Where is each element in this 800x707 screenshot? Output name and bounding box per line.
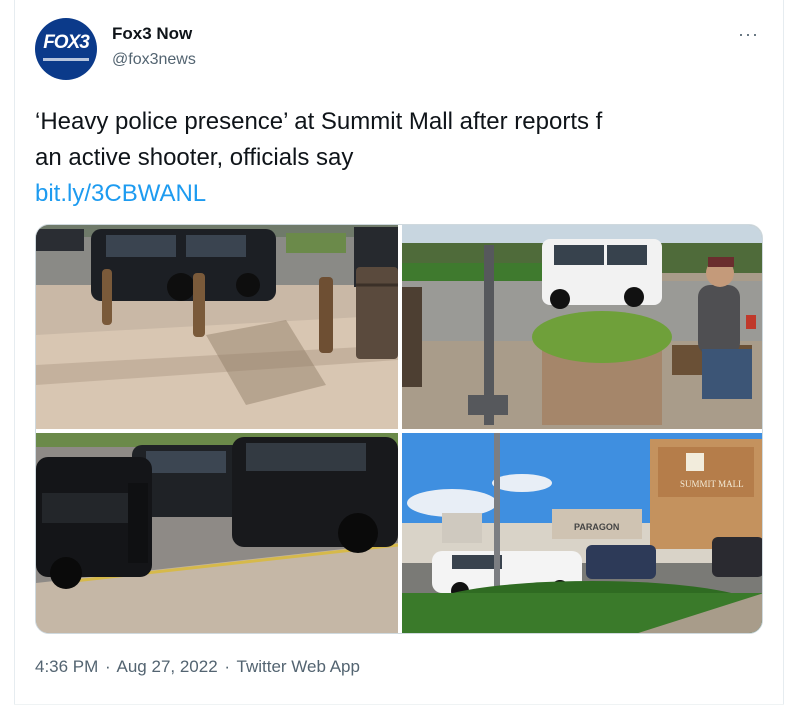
photo-police-suvs-parking-lot-icon <box>36 225 398 429</box>
tweet-date[interactable]: Aug 27, 2022 <box>117 657 218 676</box>
media-grid: PARAGON SUMMIT MALL <box>35 224 763 634</box>
photo-tile-2[interactable] <box>402 225 762 429</box>
photo-tile-1[interactable] <box>36 225 398 429</box>
meta-separator: · <box>224 657 231 676</box>
tweet-metadata: 4:36 PM · Aug 27, 2022 · Twitter Web App <box>35 657 362 677</box>
tweet-text-line-2: an active shooter, officials say <box>35 144 354 171</box>
tweet-text-line-1: ‘Heavy police presence’ at Summit Mall a… <box>35 108 603 135</box>
photo-summit-mall-exterior-icon: PARAGON SUMMIT MALL <box>402 433 762 633</box>
mall-sign-text: SUMMIT MALL <box>680 479 744 489</box>
photo-police-suvs-close-up-icon <box>36 433 398 633</box>
avatar[interactable]: FOX3 <box>35 18 97 80</box>
display-name[interactable]: Fox3 Now <box>112 24 192 44</box>
photo-police-suv-man-on-bench-icon <box>402 225 762 429</box>
more-options-icon[interactable]: ··· <box>738 24 759 45</box>
tweet-text: ‘Heavy police presence’ at Summit Mall a… <box>35 104 770 212</box>
tweet-source[interactable]: Twitter Web App <box>237 657 360 676</box>
avatar-logo-text: FOX3 <box>43 32 90 53</box>
tweet-link[interactable]: bit.ly/3CBWANL <box>35 176 770 212</box>
avatar-logo-bar <box>43 58 89 61</box>
tweet-time[interactable]: 4:36 PM <box>35 657 98 676</box>
photo-tile-4[interactable]: PARAGON SUMMIT MALL <box>402 433 762 633</box>
svg-text:PARAGON: PARAGON <box>574 522 619 532</box>
user-handle[interactable]: @fox3news <box>112 51 196 69</box>
divider <box>14 704 784 705</box>
photo-tile-3[interactable] <box>36 433 398 633</box>
meta-separator: · <box>105 657 111 676</box>
